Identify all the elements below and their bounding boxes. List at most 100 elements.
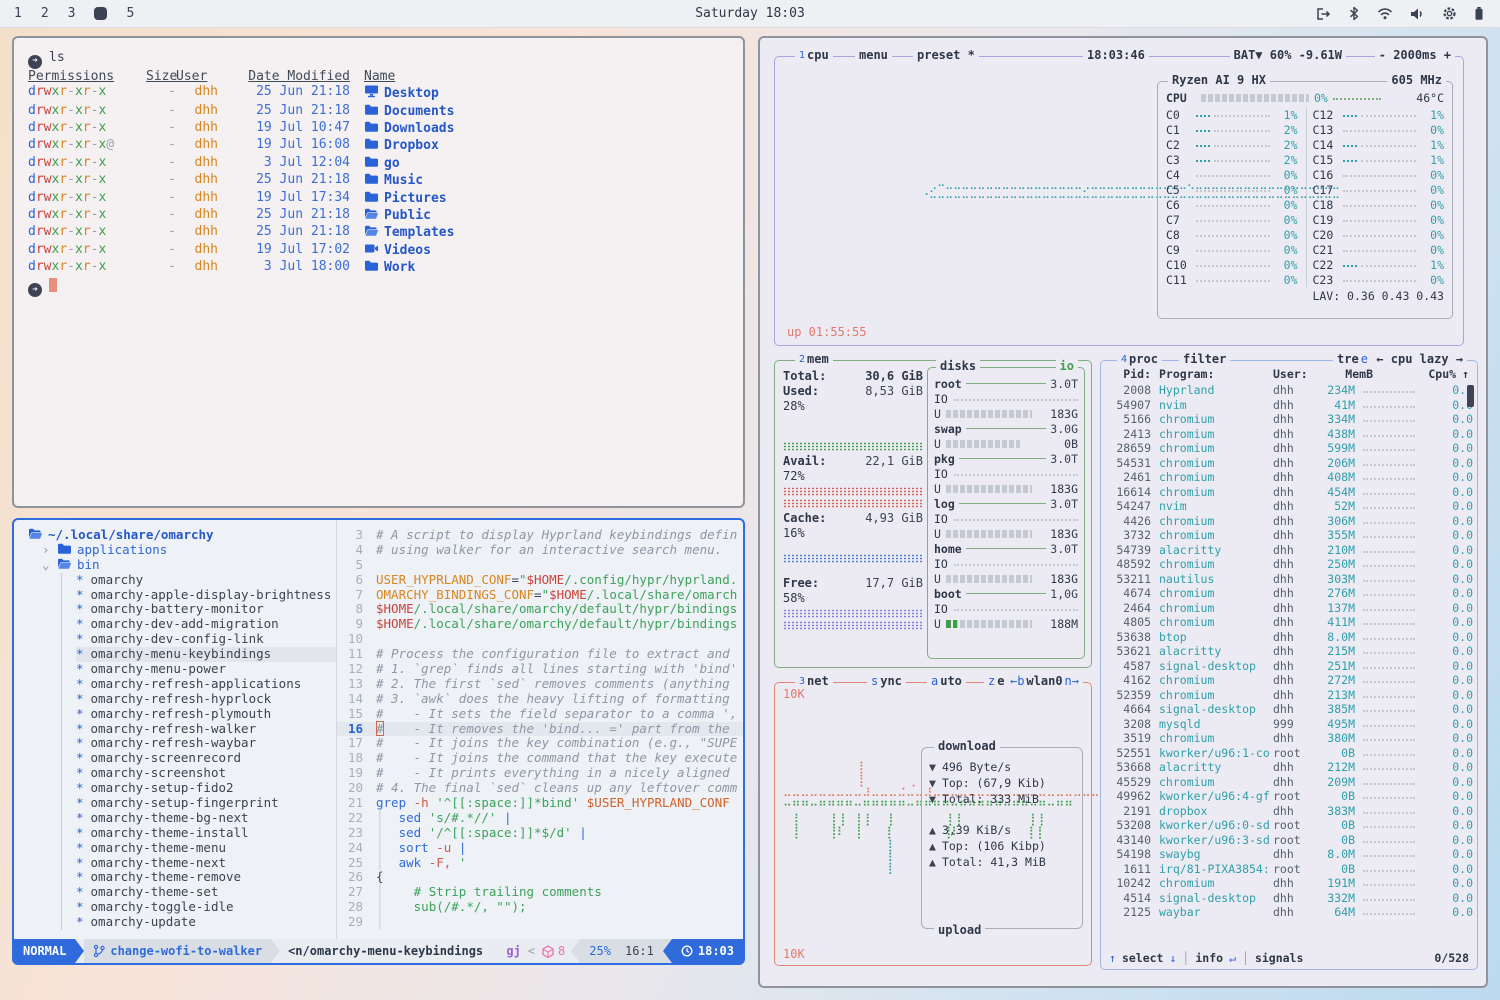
tree-file-omarchy-screenrecord[interactable]: *omarchy-screenrecord xyxy=(76,751,336,766)
code-line-26[interactable]: 26{ xyxy=(337,870,743,885)
process-row[interactable]: 2461chromiumdhh408M0.0 xyxy=(1109,470,1473,485)
process-row[interactable]: 4162chromiumdhh272M0.0 xyxy=(1109,673,1473,688)
process-row[interactable]: 45529chromiumdhh209M0.0 xyxy=(1109,775,1473,790)
tree-file-omarchy-theme-remove[interactable]: *omarchy-theme-remove xyxy=(76,870,336,885)
process-row[interactable]: 54531chromiumdhh206M0.0 xyxy=(1109,456,1473,471)
code-line-24[interactable]: 24│ sort -u | xyxy=(337,841,743,856)
proc-filter[interactable]: filter xyxy=(1179,352,1230,366)
ls-entry-public[interactable]: Public xyxy=(350,207,729,224)
code-line-23[interactable]: 23│ sed '/^[[:space:]]*$/d' | xyxy=(337,826,743,841)
ls-entry-work[interactable]: Work xyxy=(350,259,729,276)
code-line-28[interactable]: 28│ sub(/#.*/, ""); xyxy=(337,900,743,915)
process-row[interactable]: 49962kworker/u96:4-gfroot0B0.0 xyxy=(1109,789,1473,804)
tree-file-omarchy-refresh-walker[interactable]: *omarchy-refresh-walker xyxy=(76,722,336,737)
process-row[interactable]: 10242chromiumdhh191M0.0 xyxy=(1109,876,1473,891)
process-row[interactable]: 4805chromiumdhh411M0.0 xyxy=(1109,615,1473,630)
code-line-4[interactable]: 4# using walker for an interactive searc… xyxy=(337,543,743,558)
code-line-14[interactable]: 14# 3. `awk` does the heavy lifting of f… xyxy=(337,692,743,707)
ls-entry-music[interactable]: Music xyxy=(350,172,729,189)
process-row[interactable]: 2125waybardhh64M0.0 xyxy=(1109,905,1473,920)
prompt-line-2[interactable]: ➜ xyxy=(28,278,729,298)
process-row[interactable]: 43140kworker/u96:3-sdroot0B0.0 xyxy=(1109,833,1473,848)
btop-window[interactable]: 1cpu menu preset * 18:03:46 BAT▼ 60% -9.… xyxy=(758,36,1488,988)
disks-io-toggle[interactable]: io xyxy=(1056,359,1078,373)
code-line-7[interactable]: 7OMARCHY_BINDINGS_CONF="$HOME/.local/sha… xyxy=(337,588,743,603)
tree-file-omarchy-dev-add-migration[interactable]: *omarchy-dev-add-migration xyxy=(76,617,336,632)
code-line-9[interactable]: 9$HOME/.local/share/omarchy/default/hypr… xyxy=(337,617,743,632)
code-line-22[interactable]: 22│ sed 's/#.*//' | xyxy=(337,811,743,826)
ls-entry-documents[interactable]: Documents xyxy=(350,103,729,120)
tree-file-omarchy-dev-config-link[interactable]: *omarchy-dev-config-link xyxy=(76,632,336,647)
process-row[interactable]: 52359chromiumdhh213M0.0 xyxy=(1109,688,1473,703)
process-row[interactable]: 2464chromiumdhh137M0.0 xyxy=(1109,601,1473,616)
process-row[interactable]: 4587signal-desktopdhh251M0.0 xyxy=(1109,659,1473,674)
tree-file-omarchy-refresh-waybar[interactable]: *omarchy-refresh-waybar xyxy=(76,736,336,751)
ls-entry-desktop[interactable]: Desktop xyxy=(350,84,729,102)
ls-entry-pictures[interactable]: Pictures xyxy=(350,190,729,207)
process-row[interactable]: 54247nvimdhh52M0.0 xyxy=(1109,499,1473,514)
process-row[interactable]: 54198swaybgdhh8.0M0.0 xyxy=(1109,847,1473,862)
process-row[interactable]: 4674chromiumdhh276M0.0 xyxy=(1109,586,1473,601)
process-row[interactable]: 1611irq/81-PIXA3854:root0B0.0 xyxy=(1109,862,1473,877)
ls-entry-go[interactable]: go xyxy=(350,155,729,172)
process-row[interactable]: 53211nautilusdhh303M0.0 xyxy=(1109,572,1473,587)
ls-entry-templates[interactable]: Templates xyxy=(350,224,729,241)
disks-title[interactable]: disks xyxy=(936,359,980,373)
code-line-11[interactable]: 11# Process the configuration file to ex… xyxy=(337,647,743,662)
tree-file-omarchy-screenshot[interactable]: *omarchy-screenshot xyxy=(76,766,336,781)
ls-entry-downloads[interactable]: Downloads xyxy=(350,120,729,137)
net-sync-toggle[interactable]: sync xyxy=(867,674,906,688)
process-row[interactable]: 2008Hyprlanddhh234M0.0 xyxy=(1109,383,1473,398)
tree-file-omarchy-setup-fido2[interactable]: *omarchy-setup-fido2 xyxy=(76,781,336,796)
process-scrollbar[interactable] xyxy=(1467,385,1474,407)
process-row[interactable]: 16614chromiumdhh454M0.0 xyxy=(1109,485,1473,500)
process-row[interactable]: 4664signal-desktopdhh385M0.0 xyxy=(1109,702,1473,717)
code-line-19[interactable]: 19# - It prints everything in a nicely a… xyxy=(337,766,743,781)
code-line-29[interactable]: 29│ xyxy=(337,915,743,930)
tree-file-omarchy-menu-power[interactable]: *omarchy-menu-power xyxy=(76,662,336,677)
code-line-3[interactable]: 3# A script to display Hyprland keybindi… xyxy=(337,528,743,543)
tree-file-omarchy-theme-next[interactable]: *omarchy-theme-next xyxy=(76,856,336,871)
update-interval[interactable]: - 2000ms + xyxy=(1375,48,1455,62)
process-row[interactable]: 2191dropboxdhh383M0.0 xyxy=(1109,804,1473,819)
tab-cpu[interactable]: 1cpu xyxy=(795,48,833,62)
process-row[interactable]: 28659chromiumdhh599M0.0 xyxy=(1109,441,1473,456)
tree-file-omarchy-battery-monitor[interactable]: *omarchy-battery-monitor xyxy=(76,602,336,617)
process-row[interactable]: 53621alacrittydhh215M0.0 xyxy=(1109,644,1473,659)
process-row[interactable]: 53638btopdhh8.0M0.0 xyxy=(1109,630,1473,645)
process-row[interactable]: 4426chromiumdhh306M0.0 xyxy=(1109,514,1473,529)
tab-mem[interactable]: 2mem xyxy=(795,352,833,366)
code-line-5[interactable]: 5 xyxy=(337,558,743,573)
process-row[interactable]: 54739alacrittydhh210M0.0 xyxy=(1109,543,1473,558)
process-row[interactable]: 48592chromiumdhh250M0.0 xyxy=(1109,557,1473,572)
tree-file-omarchy-update[interactable]: *omarchy-update xyxy=(76,915,336,930)
proc-sort[interactable]: ← cpu lazy → xyxy=(1372,352,1467,366)
tree-file-omarchy-refresh-hyprlock[interactable]: *omarchy-refresh-hyprlock xyxy=(76,692,336,707)
menu-button[interactable]: menu xyxy=(855,48,892,62)
tree-file-omarchy-menu-keybindings[interactable]: *omarchy-menu-keybindings xyxy=(76,647,336,662)
net-interface[interactable]: ←bwlan0n→ xyxy=(1006,674,1083,688)
code-line-16[interactable]: 16# - It removes the 'bind... =' part fr… xyxy=(337,722,743,737)
tree-file-omarchy-apple-display-brightness[interactable]: *omarchy-apple-display-brightness xyxy=(76,588,336,603)
tree-file-omarchy-setup-fingerprint[interactable]: *omarchy-setup-fingerprint xyxy=(76,796,336,811)
tree-file-omarchy-toggle-idle[interactable]: *omarchy-toggle-idle xyxy=(76,900,336,915)
tree-file-omarchy[interactable]: *omarchy xyxy=(76,573,336,588)
tree-file-omarchy-refresh-applications[interactable]: *omarchy-refresh-applications xyxy=(76,677,336,692)
tree-file-omarchy-refresh-plymouth[interactable]: *omarchy-refresh-plymouth xyxy=(76,707,336,722)
process-row[interactable]: 4514signal-desktopdhh332M0.0 xyxy=(1109,891,1473,906)
code-line-17[interactable]: 17# - It joins the key combination (e.g.… xyxy=(337,736,743,751)
tree-file-omarchy-theme-bg-next[interactable]: *omarchy-theme-bg-next xyxy=(76,811,336,826)
process-row[interactable]: 53208kworker/u96:0-sdroot0B0.0 xyxy=(1109,818,1473,833)
code-line-13[interactable]: 13# 2. The first `sed` removes comments … xyxy=(337,677,743,692)
proc-tree-toggle[interactable]: tree xyxy=(1333,352,1372,366)
process-row[interactable]: 52551kworker/u96:1-coroot0B0.0 xyxy=(1109,746,1473,761)
code-line-8[interactable]: 8$HOME/.local/share/omarchy/default/hypr… xyxy=(337,602,743,617)
net-auto-toggle[interactable]: auto xyxy=(927,674,966,688)
tree-dir-applications[interactable]: ›applications xyxy=(28,543,336,558)
tree-file-omarchy-theme-install[interactable]: *omarchy-theme-install xyxy=(76,826,336,841)
code-line-21[interactable]: 21grep -h '^[[:space:]]*bind' $USER_HYPR… xyxy=(337,796,743,811)
terminal-window[interactable]: ➜ls PermissionsSizeUserDate ModifiedName… xyxy=(12,36,745,508)
git-branch[interactable]: change-wofi-to-walker xyxy=(84,939,271,963)
process-row[interactable]: 2413chromiumdhh438M0.0 xyxy=(1109,427,1473,442)
tree-root[interactable]: ~/.local/share/omarchy xyxy=(28,528,336,543)
